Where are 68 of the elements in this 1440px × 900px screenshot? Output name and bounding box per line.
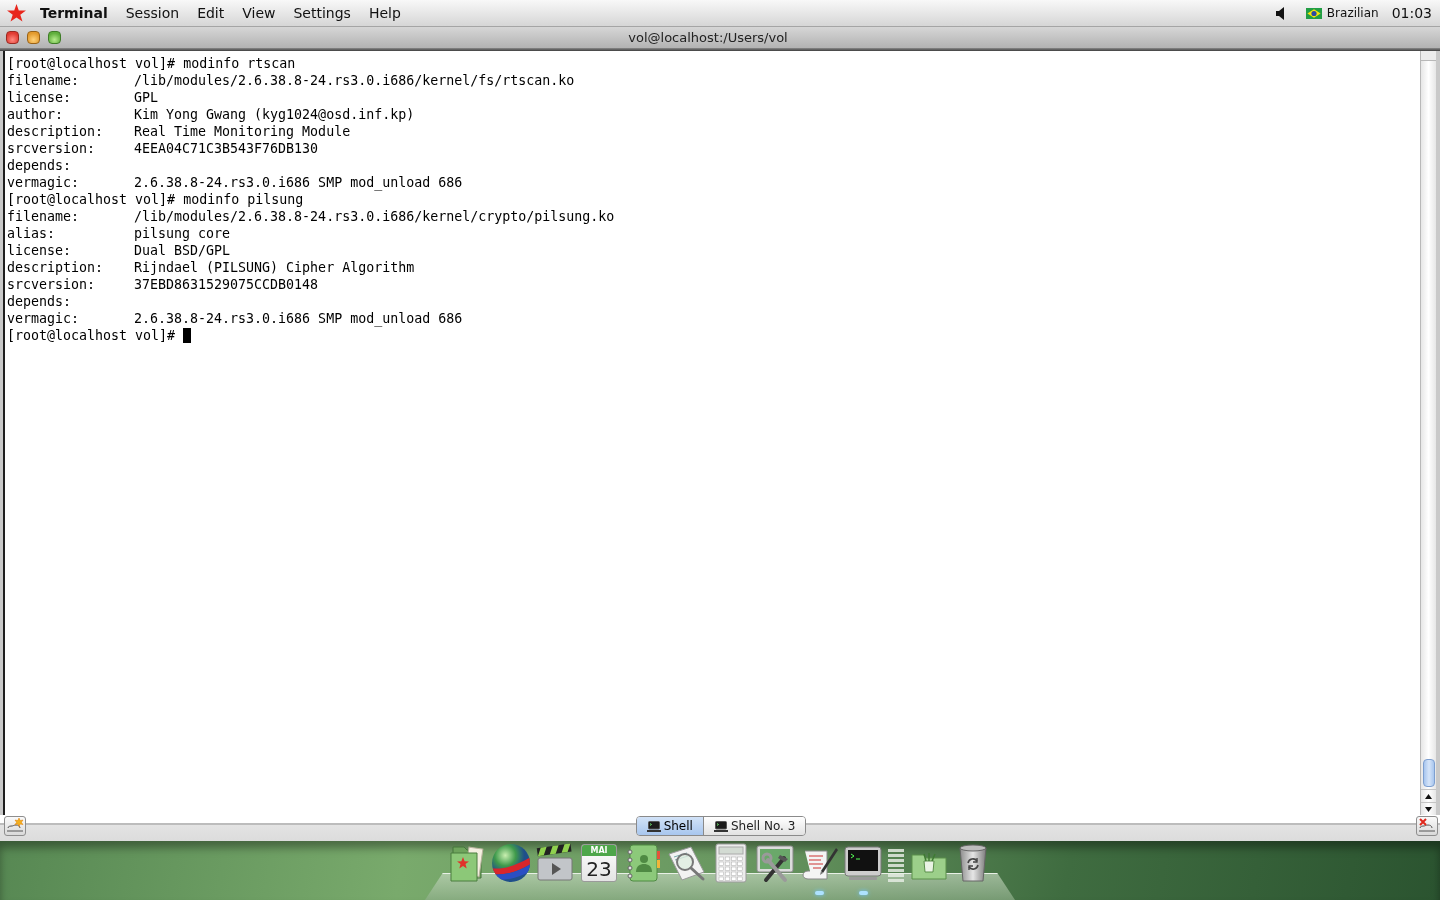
minimize-button[interactable] (27, 31, 40, 44)
menu-item[interactable]: View (233, 4, 285, 22)
menu-item[interactable]: Edit (188, 4, 234, 22)
tools-monitor-icon[interactable] (755, 843, 795, 883)
star-icon[interactable] (7, 4, 26, 22)
field-label: license: (7, 89, 73, 106)
field-label: license: (7, 242, 73, 259)
calendar-day: 23 (586, 857, 612, 880)
field-label: description: (7, 259, 105, 276)
field-value: Dual BSD/GPL (134, 242, 231, 259)
menu-item[interactable]: Help (359, 4, 410, 22)
field-value: Kim Yong Gwang (kyg1024@osd.inf.kp) (134, 106, 415, 123)
field-label: author: (7, 106, 65, 123)
calendar-month: MAI (590, 846, 608, 855)
field-label: filename: (7, 208, 81, 225)
field-value: 37EBD8631529075CCDB0148 (134, 276, 319, 293)
scrollbar-thumb[interactable] (1422, 759, 1435, 787)
command-text: modinfo pilsung (183, 191, 304, 208)
tray-sparkle-icon (6, 818, 24, 834)
field-value: /lib/modules/2.6.38.8-24.rs3.0.i686/kernel/fs/rtscan.ko (134, 72, 575, 89)
flag-icon[interactable] (1305, 7, 1322, 19)
tab[interactable]: Shell (636, 817, 703, 835)
menu-clock[interactable]: 01:03 (1391, 2, 1432, 24)
clapperboard-icon[interactable] (535, 843, 575, 883)
terminal-monitor-icon[interactable] (843, 843, 883, 883)
field-label: filename: (7, 72, 81, 89)
down-triangle-icon (1425, 806, 1432, 812)
field-label: alias: (7, 225, 57, 242)
window-title: vol@localhost:/Users/vol (628, 28, 788, 47)
field-value: 2.6.38.8-24.rs3.0.i686 SMP mod_unload 686 (134, 174, 463, 191)
laptop-icon (713, 820, 728, 832)
field-value: Rijndael (PILSUNG) Cipher Algorithm (134, 259, 415, 276)
tray-cross-icon (1418, 818, 1436, 834)
prompt-text: [root@localhost vol]# (7, 191, 176, 208)
field-label: srcversion: (7, 140, 97, 157)
field-value: /lib/modules/2.6.38.8-24.rs3.0.i686/kernel/crypto/pilsung.ko (134, 208, 615, 225)
field-label: vermagic: (7, 174, 81, 191)
field-value: pilsung core (134, 225, 231, 242)
up-triangle-icon (1425, 793, 1432, 799)
menu-item[interactable]: Session (116, 4, 189, 22)
new-tab-button[interactable] (4, 816, 26, 836)
prompt-text: [root@localhost vol]# (7, 55, 176, 72)
field-value: 4EEA04C71C3B543F76DB130 (134, 140, 319, 157)
scrollbar[interactable] (1420, 51, 1436, 815)
field-label: depends: (7, 157, 73, 174)
globe-icon[interactable] (491, 843, 531, 883)
prompt-text: [root@localhost vol]# (7, 327, 176, 344)
field-value: 2.6.38.8-24.rs3.0.i686 SMP mod_unload 686 (134, 310, 463, 327)
zoom-button[interactable] (48, 31, 61, 44)
field-value: Real Time Monitoring Module (134, 123, 351, 140)
command-text: modinfo rtscan (183, 55, 296, 72)
close-tab-button[interactable] (1416, 816, 1438, 836)
field-label: description: (7, 123, 105, 140)
app-menu[interactable]: Terminal (31, 4, 117, 22)
close-button[interactable] (6, 31, 19, 44)
laptop-icon (646, 820, 661, 832)
speaker-icon[interactable] (1275, 6, 1284, 20)
field-value: GPL (134, 89, 159, 106)
field-label: depends: (7, 293, 73, 310)
field-label: srcversion: (7, 276, 97, 293)
field-label: vermagic: (7, 310, 81, 327)
scroll-up-button[interactable] (1421, 789, 1436, 802)
magnifier-document-icon[interactable] (667, 843, 707, 883)
input-source-label[interactable]: Brazilian (1326, 4, 1379, 22)
menu-item[interactable]: Settings (284, 4, 360, 22)
scrollbar-header (1421, 51, 1436, 61)
calendar-tile[interactable]: MAI 23 (581, 844, 617, 882)
tab[interactable]: Shell No. 3 (702, 817, 806, 835)
